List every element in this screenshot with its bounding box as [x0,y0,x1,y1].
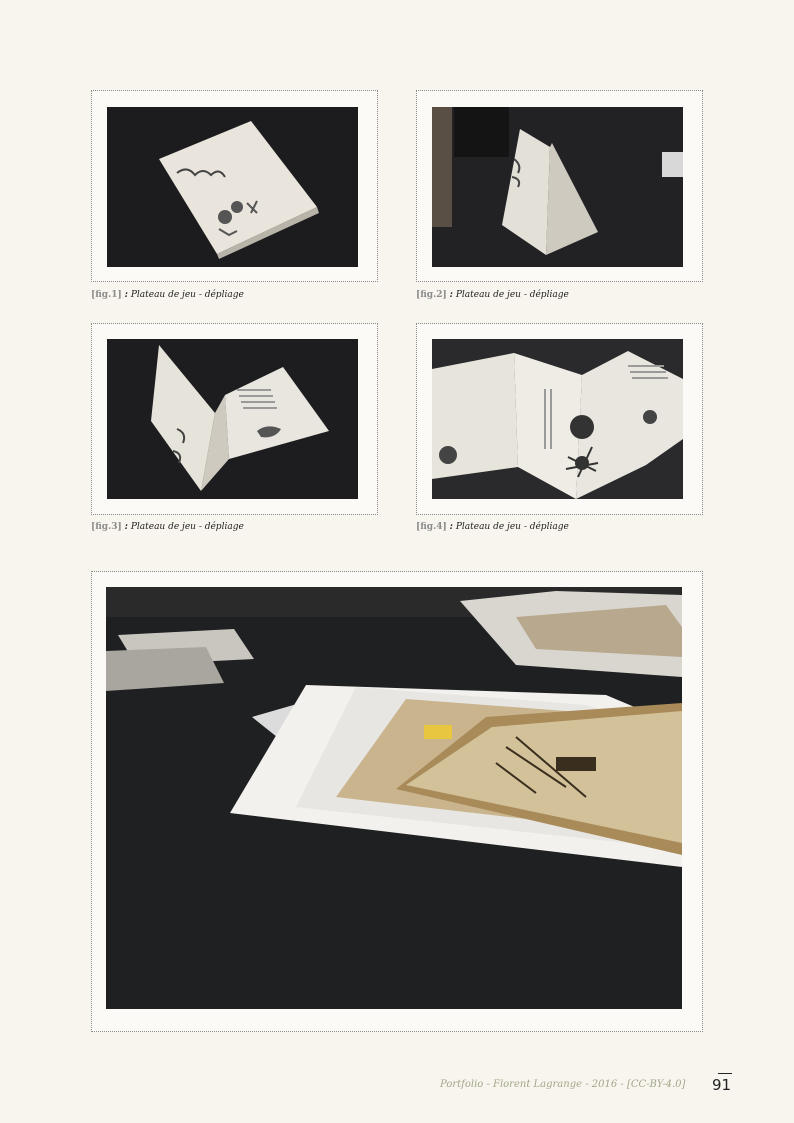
figure-1-number: [fig.1] [91,290,122,300]
figure-3-number: [fig.3] [91,522,122,532]
page-number-rule [718,1073,732,1074]
figure-4-separator: : [449,522,453,532]
figure-4-photo [432,339,683,499]
footer-credit: Portfolio - Florent Lagrange - 2016 - [C… [440,1079,686,1090]
figure-1-title: Plateau de jeu - dépliage [130,290,244,300]
figure-1-separator: : [124,290,128,300]
figure-2-photo [432,107,683,267]
large-figure-photo [106,587,682,1009]
figure-3-caption: [fig.3] : Plateau de jeu - dépliage [91,522,244,532]
figure-1-caption: [fig.1] : Plateau de jeu - dépliage [91,290,244,300]
figure-4-title: Plateau de jeu - dépliage [455,522,569,532]
figure-4-caption: [fig.4] : Plateau de jeu - dépliage [416,522,569,532]
figure-2-number: [fig.2] [416,290,447,300]
figure-2-separator: : [449,290,453,300]
figure-3-photo [107,339,358,499]
figure-4-number: [fig.4] [416,522,447,532]
figure-2-title: Plateau de jeu - dépliage [455,290,569,300]
figure-1-photo [107,107,358,267]
figure-2-caption: [fig.2] : Plateau de jeu - dépliage [416,290,569,300]
page-number: 91 [712,1076,732,1094]
figure-3-title: Plateau de jeu - dépliage [130,522,244,532]
figure-3-separator: : [124,522,128,532]
